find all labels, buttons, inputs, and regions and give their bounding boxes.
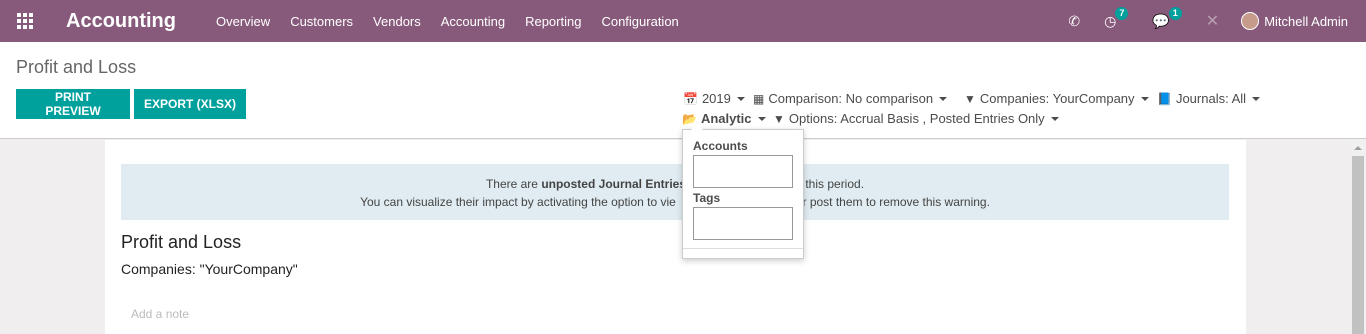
scroll-up-icon[interactable] [1354,146,1362,150]
caret-down-icon [757,116,766,121]
app-brand[interactable]: Accounting [66,10,176,33]
messages-icon[interactable]: 💬 1 [1152,6,1182,30]
add-note-field[interactable]: Add a note [131,307,189,321]
breadcrumb: Profit and Loss [16,57,137,77]
activity-clock-icon[interactable]: ◷ 7 [1104,6,1129,30]
scroll-thumb[interactable] [1352,156,1364,334]
companies-filter-label: Companies: YourCompany [979,91,1135,106]
export-xlsx-button[interactable]: EXPORT (XLSX) [134,89,246,119]
menu-vendors[interactable]: Vendors [373,14,421,29]
filter-icon: ▼ [773,111,785,126]
filter-icon: ▼ [964,91,976,106]
accounts-input[interactable] [693,155,793,188]
comparison-filter-label: Comparison: No comparison [768,91,934,106]
menu-customers[interactable]: Customers [290,14,353,29]
report-companies: Companies: "YourCompany" [121,261,298,277]
accounts-label: Accounts [693,139,748,153]
report-content: There are unposted Journal Entries this … [105,140,1246,334]
apps-grid-icon [17,13,33,29]
bar-chart-icon: ▦ [753,91,765,106]
analytic-filter-label: Analytic [700,111,752,126]
tags-label: Tags [693,191,721,205]
scrollbar[interactable] [1350,140,1366,334]
caret-down-icon [1252,96,1261,101]
top-navbar: Accounting Overview Customers Vendors Ac… [0,0,1366,42]
systray: ✆ ◷ 7 💬 1 ✕ Mitchell Admin [1056,0,1366,42]
alert-text: or post them to remove this warning. [795,195,990,209]
control-panel: Profit and Loss PRINT PREVIEW EXPORT (XL… [0,42,1366,139]
avatar [1241,12,1260,30]
options-filter-label: Options: Accrual Basis , Posted Entries … [788,111,1045,126]
alert-text: You can visualize their impact by activa… [360,195,676,209]
options-filter[interactable]: ▼ Options: Accrual Basis , Posted Entrie… [773,111,1059,126]
companies-filter[interactable]: ▼ Companies: YourCompany [964,91,1149,106]
user-name: Mitchell Admin [1264,13,1348,29]
alert-text: this period. [802,177,865,191]
calendar-icon: 📅 [683,91,698,106]
menu-configuration[interactable]: Configuration [601,14,678,29]
unposted-entries-alert: There are unposted Journal Entries this … [121,164,1229,220]
menu-reporting[interactable]: Reporting [525,14,581,29]
print-preview-button[interactable]: PRINT PREVIEW [16,89,130,119]
tags-input[interactable] [693,207,793,240]
caret-down-icon [939,96,948,101]
dropdown-caret [691,124,703,130]
alert-bold-text: unposted Journal Entries [541,177,686,191]
analytic-dropdown: Accounts Tags [682,124,804,259]
journals-filter-label: Journals: All [1175,91,1247,106]
menu-accounting[interactable]: Accounting [441,14,505,29]
message-count-badge: 1 [1168,6,1182,20]
user-menu[interactable]: Mitchell Admin [1241,12,1348,30]
date-filter-label: 2019 [701,91,731,106]
main-menu: Overview Customers Vendors Accounting Re… [206,14,689,29]
journals-filter[interactable]: 📘 Journals: All [1157,91,1261,106]
comparison-filter[interactable]: ▦ Comparison: No comparison [753,91,948,106]
date-filter[interactable]: 📅 2019 [683,91,745,106]
caret-down-icon [1140,96,1149,101]
activity-count-badge: 7 [1115,6,1129,20]
alert-text: There are [485,177,542,191]
debug-tools-icon[interactable]: ✕ [1206,11,1219,31]
menu-overview[interactable]: Overview [216,14,270,29]
dropdown-divider [683,248,803,249]
caret-down-icon [736,96,745,101]
apps-menu-button[interactable] [0,0,50,42]
phone-icon[interactable]: ✆ [1068,13,1080,30]
caret-down-icon [1050,116,1059,121]
book-icon: 📘 [1157,91,1172,106]
report-title: Profit and Loss [121,232,242,252]
